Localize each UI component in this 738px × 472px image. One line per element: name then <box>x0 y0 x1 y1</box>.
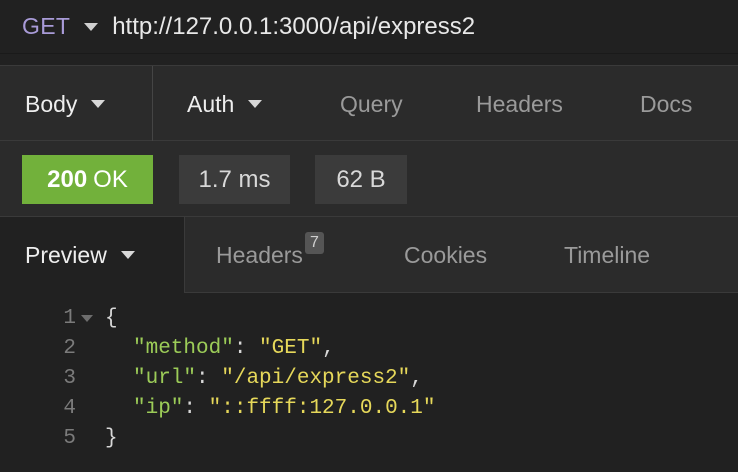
code-line: 1{ <box>0 303 118 333</box>
json-key: "method" <box>133 336 234 360</box>
tab-docs-label: Docs <box>640 90 693 117</box>
line-number: 3 <box>63 366 76 390</box>
tab-query-label: Query <box>340 90 403 117</box>
tab-headers[interactable]: Headers <box>476 66 563 142</box>
tab-body-label: Body <box>25 90 78 117</box>
headers-count-badge: 7 <box>304 232 324 254</box>
line-number: 5 <box>63 426 76 450</box>
tab-body[interactable]: Body <box>25 66 106 142</box>
line-number: 1 <box>63 306 76 330</box>
code-line: 3 "url": "/api/express2", <box>0 363 422 393</box>
status-text: OK <box>93 165 128 193</box>
json-key: "url" <box>133 366 197 390</box>
chevron-down-icon[interactable] <box>91 100 106 108</box>
tab-timeline[interactable]: Timeline <box>564 217 650 293</box>
chevron-down-icon[interactable] <box>84 22 99 31</box>
status-code: 200 <box>47 165 88 193</box>
request-tabs: Body Auth Query Headers Docs <box>0 65 738 142</box>
tab-preview[interactable]: Preview <box>25 217 135 293</box>
tab-divider <box>152 66 153 142</box>
json-value: "GET" <box>259 336 323 360</box>
tab-preview-label: Preview <box>25 241 107 268</box>
chevron-down-icon[interactable] <box>248 100 263 108</box>
json-value: "::ffff:127.0.0.1" <box>208 396 436 420</box>
response-size-badge: 62 B <box>315 155 407 204</box>
json-key: "ip" <box>133 396 184 420</box>
fold-arrow-icon[interactable] <box>81 314 93 322</box>
open-brace: { <box>105 306 118 330</box>
tab-query[interactable]: Query <box>340 66 403 142</box>
tab-headers-label: Headers <box>476 90 563 117</box>
response-tabs: Preview Headers 7 Cookies Timeline <box>0 217 738 294</box>
url-input[interactable] <box>112 12 673 41</box>
response-status-bar: 200 OK 1.7 ms 62 B <box>0 141 738 217</box>
line-number: 2 <box>63 336 76 360</box>
tab-response-headers[interactable]: Headers 7 <box>216 217 324 293</box>
tab-auth[interactable]: Auth <box>187 66 263 142</box>
response-time-badge: 1.7 ms <box>179 155 290 204</box>
method-selector[interactable]: GET <box>22 13 70 40</box>
tab-auth-label: Auth <box>187 90 235 117</box>
code-line: 2 "method": "GET", <box>0 333 334 363</box>
response-preview: 1{ 2 "method": "GET", 3 "url": "/api/expre… <box>0 293 738 472</box>
tab-cookies[interactable]: Cookies <box>404 217 487 293</box>
url-bar: GET <box>0 0 738 54</box>
status-badge: 200 OK <box>22 155 153 204</box>
tab-timeline-label: Timeline <box>564 241 651 268</box>
json-value: "/api/express2" <box>221 366 411 390</box>
code-line: 5} <box>0 423 118 453</box>
tab-docs[interactable]: Docs <box>640 66 692 142</box>
tab-cookies-label: Cookies <box>404 241 488 268</box>
code-line: 4 "ip": "::ffff:127.0.0.1" <box>0 393 435 423</box>
chevron-down-icon[interactable] <box>120 251 135 259</box>
close-brace: } <box>105 426 118 450</box>
tab-response-headers-label: Headers <box>216 241 303 268</box>
line-number: 4 <box>63 396 76 420</box>
